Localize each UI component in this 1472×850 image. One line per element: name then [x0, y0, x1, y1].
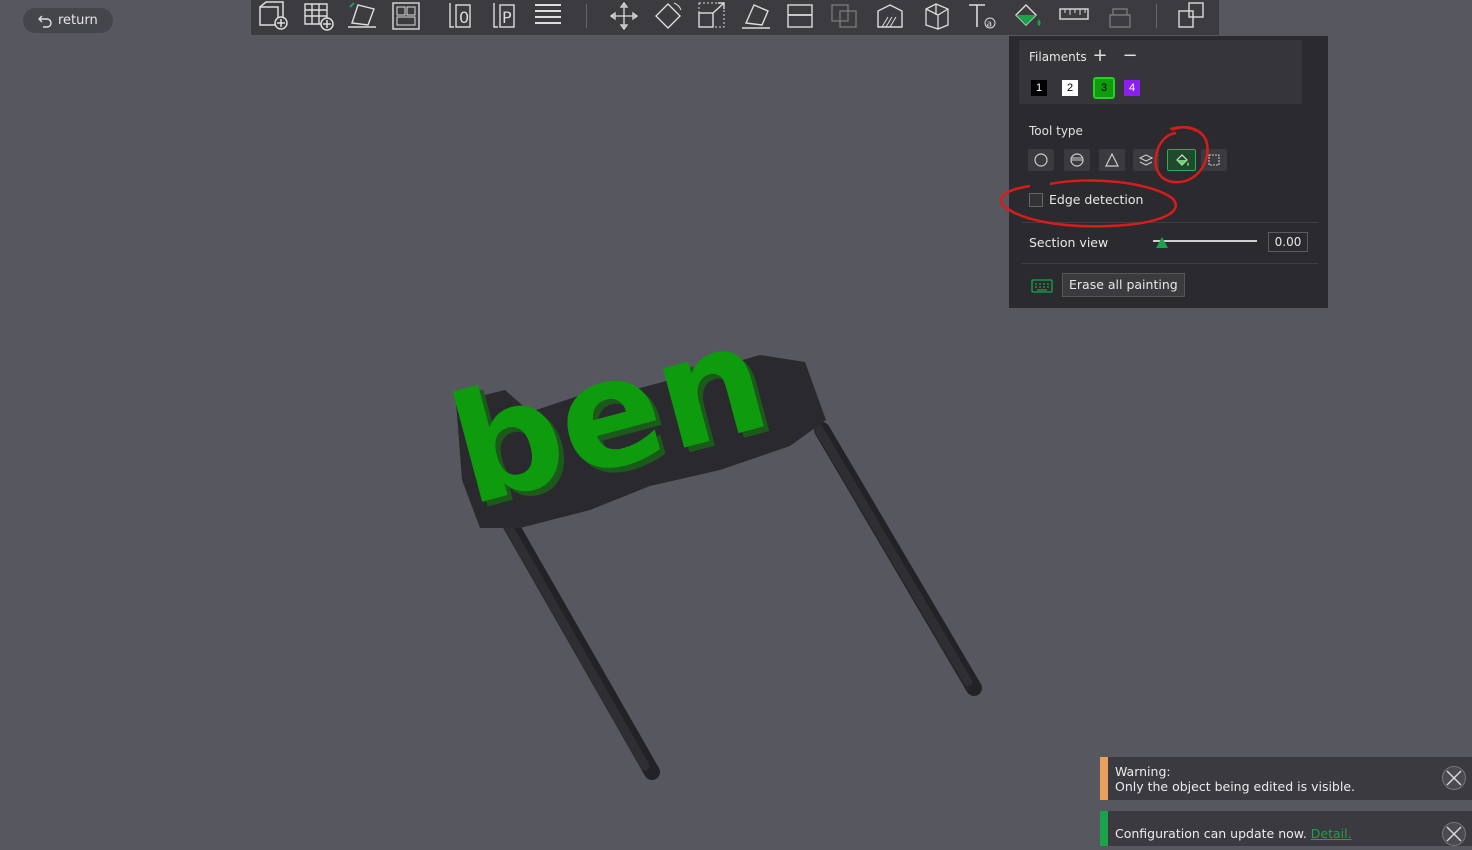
- support-paint-icon[interactable]: [872, 0, 908, 32]
- split-parts-icon[interactable]: P: [486, 0, 522, 32]
- edge-detection-row: Edge detection: [1029, 192, 1143, 207]
- erase-all-painting-button[interactable]: Erase all painting: [1062, 273, 1185, 297]
- return-label: return: [58, 13, 98, 28]
- move-icon[interactable]: [606, 0, 642, 32]
- lay-on-face-icon[interactable]: [738, 0, 774, 32]
- fill-tool-button[interactable]: [1167, 149, 1196, 171]
- right-stick: [813, 422, 982, 696]
- filaments-label: Filaments: [1029, 50, 1087, 64]
- section-view-value-input[interactable]: 0.00: [1268, 232, 1308, 252]
- keyboard-icon[interactable]: [1031, 278, 1053, 294]
- update-notification: Configuration can update now. Detail.: [1100, 811, 1472, 846]
- measure-icon[interactable]: [1056, 0, 1092, 32]
- panel-divider: [1021, 222, 1318, 223]
- layers-icon[interactable]: [530, 0, 566, 32]
- add-filament-button[interactable]: +: [1091, 47, 1109, 65]
- svg-text:a: a: [987, 20, 993, 30]
- add-object-icon[interactable]: [255, 0, 291, 32]
- gap-fill-tool-button[interactable]: [1201, 149, 1227, 171]
- filament-swatch-3[interactable]: 3: [1093, 77, 1115, 99]
- arrange-icon[interactable]: [388, 0, 424, 32]
- color-paint-icon[interactable]: [1010, 0, 1046, 32]
- close-icon: [1446, 770, 1462, 786]
- warning-accent-bar: [1100, 757, 1108, 800]
- gap-fill-icon: [1208, 154, 1220, 166]
- triangle-tool-button[interactable]: [1099, 149, 1125, 171]
- update-message-row: Configuration can update now. Detail.: [1115, 826, 1352, 841]
- assembly-icon[interactable]: [1102, 0, 1138, 32]
- return-button[interactable]: return: [23, 8, 113, 33]
- fill-bucket-icon: [1175, 154, 1189, 166]
- warning-close-button[interactable]: [1442, 766, 1466, 790]
- svg-text:P: P: [502, 8, 512, 27]
- cut-icon[interactable]: [782, 0, 818, 32]
- height-range-icon: [1138, 154, 1154, 166]
- panel-divider: [1021, 263, 1318, 264]
- auto-orient-icon[interactable]: [344, 0, 380, 32]
- remove-filament-button[interactable]: −: [1121, 47, 1139, 65]
- section-view-label: Section view: [1029, 235, 1109, 250]
- text-icon[interactable]: a: [964, 0, 1000, 32]
- filament-swatch-2[interactable]: 2: [1062, 80, 1078, 96]
- filament-swatch-4[interactable]: 4: [1124, 80, 1140, 96]
- undo-arrow-icon: [38, 15, 52, 28]
- update-message: Configuration can update now.: [1115, 826, 1307, 841]
- top-toolbar: 0 P a: [251, 0, 1219, 35]
- toolbar-separator: [1156, 4, 1157, 28]
- svg-text:0: 0: [459, 8, 469, 27]
- rotate-icon[interactable]: [650, 0, 686, 32]
- sphere-tool-button[interactable]: [1064, 149, 1090, 171]
- toolbar-separator: [586, 4, 587, 28]
- close-icon: [1446, 826, 1462, 842]
- warning-title: Warning:: [1115, 764, 1171, 779]
- section-view-slider-thumb[interactable]: [1156, 237, 1168, 248]
- circle-tool-button[interactable]: [1028, 149, 1054, 171]
- svg-text:ben: ben: [434, 290, 784, 540]
- left-stick: [495, 507, 660, 780]
- explode-icon[interactable]: [1173, 0, 1209, 32]
- update-detail-link[interactable]: Detail.: [1311, 826, 1352, 841]
- tool-type-label: Tool type: [1029, 124, 1083, 138]
- update-accent-bar: [1100, 811, 1108, 846]
- seam-paint-icon[interactable]: [918, 0, 954, 32]
- warning-message: Only the object being edited is visible.: [1115, 779, 1355, 794]
- update-close-button[interactable]: [1442, 822, 1466, 846]
- color-paint-panel: Filaments + − 1 2 3 4 Tool type Edge det…: [1009, 36, 1328, 308]
- add-plate-icon[interactable]: [300, 0, 336, 32]
- filaments-box: Filaments + − 1 2 3 4: [1019, 40, 1302, 104]
- ben-text-model: ben ben: [434, 290, 790, 545]
- height-range-tool-button[interactable]: [1133, 149, 1159, 171]
- triangle-icon: [1105, 152, 1119, 167]
- circle-icon: [1034, 153, 1048, 167]
- warning-notification: Warning: Only the object being edited is…: [1100, 757, 1472, 800]
- section-view-slider[interactable]: [1153, 237, 1257, 248]
- boolean-icon[interactable]: [826, 0, 862, 32]
- edge-detection-checkbox[interactable]: [1029, 192, 1043, 207]
- filament-swatch-1[interactable]: 1: [1031, 80, 1047, 96]
- scale-icon[interactable]: [694, 0, 730, 32]
- split-objects-icon[interactable]: 0: [442, 0, 478, 32]
- edge-detection-label: Edge detection: [1049, 192, 1144, 207]
- sphere-icon: [1070, 153, 1084, 167]
